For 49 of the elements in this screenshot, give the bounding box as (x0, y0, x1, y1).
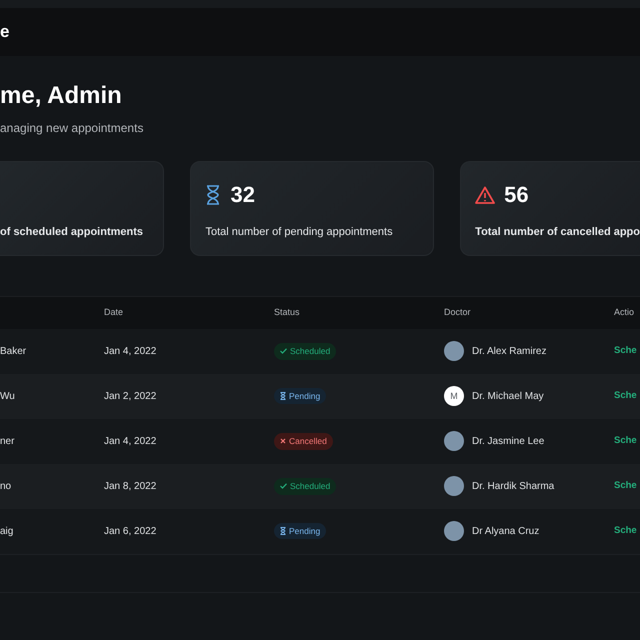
stat-count: 56 (504, 184, 529, 206)
date-cell-text: Jan 8, 2022 (104, 480, 158, 494)
column-header: Actio (614, 306, 636, 320)
schedule-link[interactable]: Sche (614, 524, 637, 538)
patient-name: Wu (0, 390, 16, 404)
doctor-name: Dr. Hardik Sharma (472, 480, 554, 494)
date-cell-text: Jan 6, 2022 (104, 524, 158, 539)
avatar-placeholder (444, 476, 464, 496)
schedule-link[interactable]: Sche (614, 344, 637, 358)
status-badge: Pending (274, 388, 326, 404)
hourglass-icon (280, 526, 286, 535)
hourglass-icon (280, 392, 286, 400)
stat-label: Total number of pending appointments (205, 225, 394, 240)
greeting-subtitle: anaging new appointments (0, 120, 144, 137)
check-icon (280, 348, 287, 354)
avatar-placeholder (444, 341, 464, 362)
status-badge: Cancelled (274, 432, 333, 450)
avatar-placeholder (444, 521, 464, 542)
patient-name: Baker (0, 344, 28, 359)
avatar-initial: M (444, 386, 464, 406)
stat-count: 32 (230, 184, 255, 206)
doctor-name: Dr. Michael May (472, 390, 544, 404)
doctor-name: Dr. Jasmine Lee (472, 434, 544, 449)
date-cell-text: Jan 4, 2022 (104, 434, 158, 449)
warning-icon (475, 186, 496, 204)
hourglass-icon (205, 185, 222, 206)
doctor-name: Dr Alyana Cruz (472, 524, 540, 539)
column-header: Doctor (444, 306, 472, 320)
patient-name: aig (0, 524, 14, 539)
x-icon (280, 438, 286, 444)
status-badge: Scheduled (274, 478, 336, 495)
status-badge: Scheduled (274, 342, 336, 360)
patient-name: no (0, 480, 12, 494)
stat-label: Total number of cancelled appo (475, 225, 640, 240)
schedule-link[interactable]: Sche (614, 389, 637, 404)
patient-name: ner (0, 434, 16, 449)
date-cell-text: Jan 2, 2022 (104, 390, 158, 404)
greeting-title: me, Admin (0, 82, 123, 111)
check-icon (280, 483, 287, 490)
header-title: e (0, 21, 10, 44)
column-header: Status (274, 306, 301, 320)
status-badge: Pending (274, 522, 326, 540)
avatar-placeholder (444, 431, 464, 452)
date-cell-text: Jan 4, 2022 (104, 344, 158, 359)
doctor-name: Dr. Alex Ramirez (472, 344, 546, 359)
schedule-link[interactable]: Sche (614, 479, 637, 494)
stat-label: of scheduled appointments (0, 225, 144, 240)
column-header: Date (104, 306, 124, 320)
schedule-link[interactable]: Sche (614, 434, 637, 448)
